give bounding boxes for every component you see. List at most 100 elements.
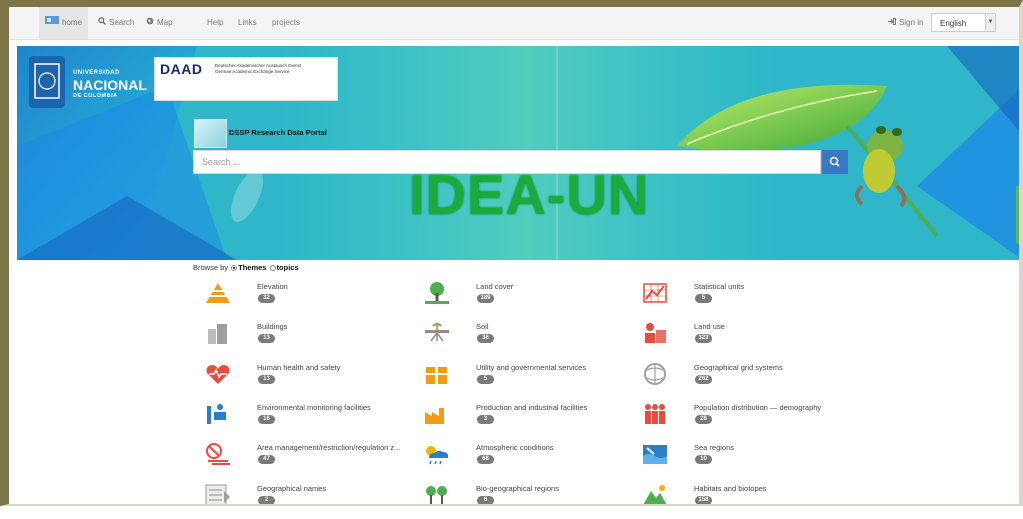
chevron-down-icon: ▼ — [985, 14, 995, 31]
theme-item[interactable]: Production and industrial facilities 3 — [423, 402, 638, 438]
theme-item[interactable]: Statistical units 5 — [641, 281, 856, 317]
monitoring-icon — [204, 402, 232, 426]
theme-count-badge: 323 — [695, 334, 712, 344]
theme-label[interactable]: Sea regions — [694, 443, 734, 452]
theme-count-badge: 5 — [477, 374, 494, 384]
theme-count-badge: 68 — [477, 455, 494, 465]
theme-item[interactable]: Habitats and biotopes 158 — [641, 483, 856, 519]
home-icon — [45, 7, 59, 39]
buildings-icon — [204, 321, 232, 345]
sign-in-link[interactable]: Sign in — [882, 7, 929, 39]
theme-label[interactable]: Atmospheric conditions — [476, 443, 554, 452]
theme-item[interactable]: Human health and safety 13 — [204, 362, 419, 398]
search-button[interactable] — [822, 150, 848, 174]
bio-regions-icon — [423, 483, 451, 507]
theme-label[interactable]: Bio-geographical regions — [476, 484, 559, 493]
theme-label[interactable]: Statistical units — [694, 282, 744, 291]
theme-item[interactable]: Land use 323 — [641, 321, 856, 357]
nav-projects-label: projects — [272, 18, 301, 27]
nav-links-label: Links — [238, 18, 257, 27]
theme-item[interactable]: Population distribution — demography 28 — [641, 402, 856, 438]
industry-icon — [423, 402, 451, 426]
theme-label[interactable]: Utility and governmental services — [476, 363, 586, 372]
theme-item[interactable]: Sea regions 10 — [641, 442, 856, 478]
theme-label[interactable]: Land cover — [476, 282, 513, 291]
theme-item[interactable]: Environmental monitoring facilities 16 — [204, 402, 419, 438]
nav-home[interactable]: home — [39, 7, 89, 39]
daad-subtitle: Deutscher Akademischer Austausch Dienst … — [215, 63, 335, 75]
theme-label[interactable]: Production and industrial facilities — [476, 403, 587, 412]
sign-in-label: Sign in — [899, 18, 924, 28]
search-input[interactable]: Search ... — [193, 150, 821, 174]
theme-item[interactable]: Area management/restriction/regulation z… — [204, 442, 419, 478]
theme-count-badge: 28 — [695, 414, 712, 424]
language-value: English — [940, 19, 967, 28]
theme-label[interactable]: Geographical names — [257, 484, 326, 493]
theme-item[interactable]: Geographical grid systems 262 — [641, 362, 856, 398]
theme-item[interactable]: Atmospheric conditions 68 — [423, 442, 638, 478]
health-icon — [204, 362, 232, 386]
theme-count-badge: 262 — [695, 374, 712, 384]
statistical-units-icon — [641, 281, 669, 305]
search-icon — [829, 156, 840, 167]
theme-count-badge: 36 — [477, 334, 494, 344]
browse-label: Browse by — [193, 263, 229, 272]
habitats-icon — [641, 483, 669, 507]
theme-label[interactable]: Environmental monitoring facilities — [257, 403, 371, 412]
land-use-icon — [641, 321, 669, 345]
browse-topics-label: topics — [276, 263, 299, 272]
theme-count-badge: 2 — [258, 495, 275, 505]
soil-icon — [423, 321, 451, 345]
portal-logo-icon — [194, 119, 227, 148]
atmospheric-icon — [423, 442, 451, 466]
theme-item[interactable]: Utility and governmental services 5 — [423, 362, 638, 398]
theme-label[interactable]: Geographical grid systems — [694, 363, 783, 372]
theme-item[interactable]: Elevation 32 — [204, 281, 419, 317]
daad-logo: DAAD — [160, 61, 203, 77]
radio-topics[interactable] — [269, 265, 276, 272]
theme-item[interactable]: Buildings 13 — [204, 321, 419, 357]
theme-count-badge: 3 — [477, 414, 494, 424]
theme-label[interactable]: Area management/restriction/regulation z… — [257, 443, 400, 452]
nav-map-label: Map — [157, 18, 173, 28]
theme-count-badge: 10 — [695, 455, 712, 465]
browse-by: Browse by Themes topics — [193, 263, 299, 272]
theme-label[interactable]: Buildings — [257, 322, 287, 331]
elevation-icon — [204, 281, 232, 305]
language-select[interactable]: English ▼ — [931, 13, 996, 32]
theme-item[interactable]: Soil 36 — [423, 321, 638, 357]
globe-icon — [146, 7, 154, 39]
geographical-names-icon — [204, 483, 232, 507]
sea-regions-icon — [641, 442, 669, 466]
theme-count-badge: 13 — [258, 334, 275, 344]
theme-item[interactable]: Geographical names 2 — [204, 483, 419, 519]
nav-links[interactable]: Links — [232, 7, 263, 39]
theme-label[interactable]: Land use — [694, 322, 725, 331]
theme-label[interactable]: Soil — [476, 322, 489, 331]
theme-count-badge: 47 — [258, 455, 275, 465]
theme-label[interactable]: Population distribution — demography — [694, 403, 821, 412]
nav-help[interactable]: Help — [201, 7, 229, 39]
side-feedback-tab[interactable] — [1016, 186, 1023, 244]
university-line1: UNIVERSIDAD — [73, 70, 120, 76]
population-icon — [641, 402, 669, 426]
search-icon — [98, 7, 106, 39]
hero-banner: UNIVERSIDAD NACIONAL DE COLOMBIA DAAD De… — [17, 46, 1023, 260]
theme-item[interactable]: Land cover 189 — [423, 281, 638, 317]
university-line3: DE COLOMBIA — [73, 93, 118, 99]
sign-in-icon — [888, 7, 896, 39]
grid-systems-icon — [641, 362, 669, 386]
theme-label[interactable]: Human health and safety — [257, 363, 340, 372]
nav-map[interactable]: Map — [140, 7, 179, 39]
theme-count-badge: 6 — [477, 495, 494, 505]
theme-label[interactable]: Habitats and biotopes — [694, 484, 767, 493]
theme-label[interactable]: Elevation — [257, 282, 288, 291]
browse-themes-label: Themes — [238, 263, 267, 272]
nav-search-label: Search — [109, 18, 135, 28]
radio-themes[interactable] — [231, 265, 238, 272]
theme-count-badge: 32 — [258, 294, 275, 303]
nav-projects[interactable]: projects — [266, 7, 306, 39]
theme-item[interactable]: Bio-geographical regions 6 — [423, 483, 638, 519]
nav-search[interactable]: Search — [92, 7, 140, 39]
utility-icon — [423, 362, 451, 386]
